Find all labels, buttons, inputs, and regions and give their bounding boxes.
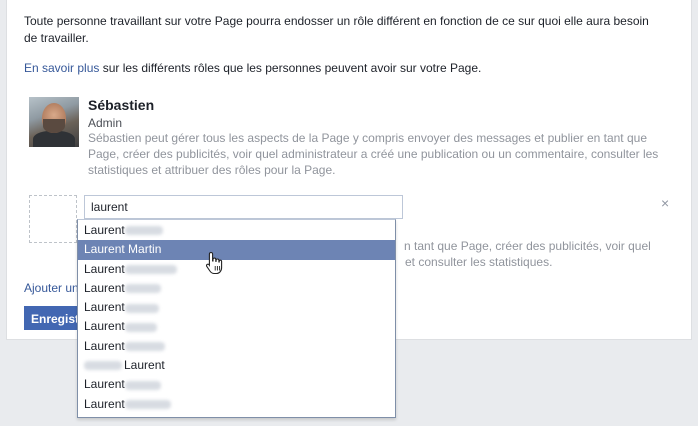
admin-role-description: Sébastien peut gérer tous les aspects de… xyxy=(88,131,659,177)
suggestion-item[interactable]: Laurent xyxy=(78,356,395,375)
intro-line-2: de travailler. xyxy=(24,31,89,45)
autocomplete-dropdown: Laurent Laurent Martin Laurent Laurent L… xyxy=(77,219,396,418)
suggestion-item[interactable]: Laurent xyxy=(78,337,395,356)
close-icon[interactable]: × xyxy=(661,195,669,211)
new-role-description-line-1: n tant que Page, créer des publicités, v… xyxy=(404,239,651,253)
suggestion-item[interactable]: Laurent xyxy=(78,221,395,240)
new-role-description-line-2: et consulter les statistiques. xyxy=(405,255,553,269)
avatar xyxy=(29,97,79,147)
admin-name[interactable]: Sébastien xyxy=(88,97,154,113)
admin-role: Admin xyxy=(88,116,123,130)
suggestion-item[interactable]: Laurent xyxy=(78,260,395,279)
suggestion-item[interactable]: Laurent xyxy=(78,375,395,394)
new-person-avatar-placeholder xyxy=(29,195,77,243)
intro-text: Toute personne travaillant sur votre Pag… xyxy=(24,13,684,47)
suggestion-item[interactable]: Laurent xyxy=(78,317,395,336)
suggestion-item[interactable]: Laurent xyxy=(78,279,395,298)
learn-more-row: En savoir plus sur les différents rôles … xyxy=(24,60,481,77)
hand-cursor-icon xyxy=(205,251,223,275)
intro-line-1: Toute personne travaillant sur votre Pag… xyxy=(24,14,649,28)
suggestion-item-selected[interactable]: Laurent Martin xyxy=(78,240,395,260)
learn-more-link[interactable]: En savoir plus xyxy=(24,61,99,75)
person-search-input[interactable] xyxy=(84,195,403,219)
new-role-description: n tant que Page, créer des publicités, v… xyxy=(404,238,674,270)
suggestion-item[interactable]: Laurent xyxy=(78,298,395,317)
suggestion-item[interactable]: Laurent xyxy=(78,395,395,414)
learn-more-text: sur les différents rôles que les personn… xyxy=(99,61,482,75)
